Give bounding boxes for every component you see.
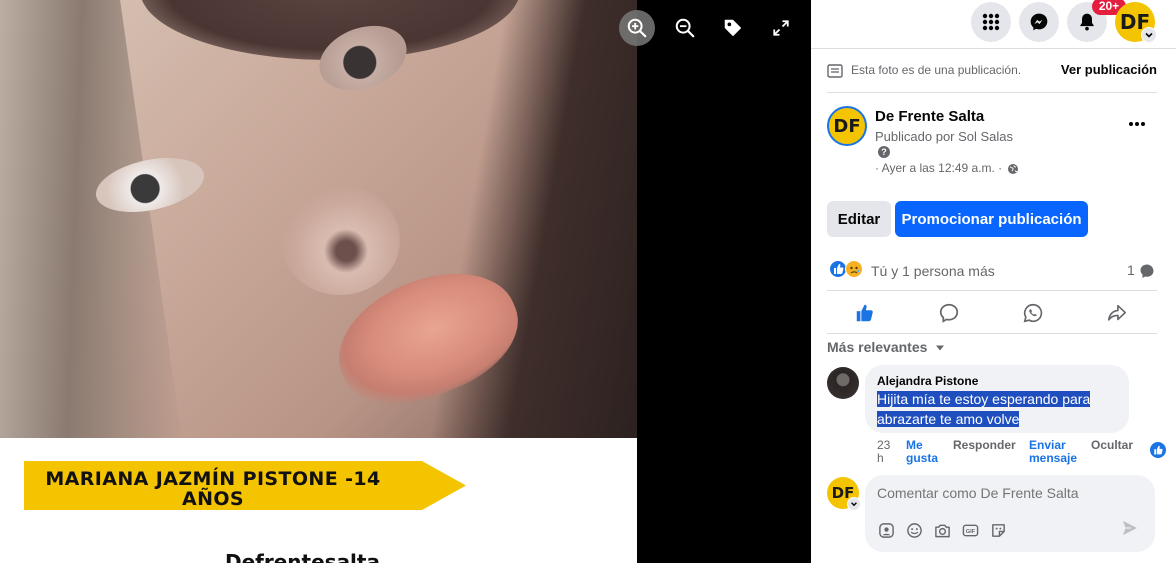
gif-button[interactable]: GIF [961,521,979,539]
sticker-icon [991,523,1005,537]
photo-caption: Defrentesalta [225,550,380,563]
send-icon[interactable] [1121,519,1139,537]
page-name-link[interactable]: De Frente Salta [875,108,984,125]
comment-composer[interactable]: GIF [865,475,1155,552]
page-avatar[interactable]: DF [827,106,867,146]
photo-portrait [0,0,637,438]
tag-icon [724,19,742,37]
comment-input[interactable] [877,485,1137,501]
zoom-in-button[interactable] [619,10,655,46]
more-options-button[interactable] [1125,114,1149,134]
publication-notice: Esta foto es de una publicación. Ver pub… [827,62,1157,82]
chevron-down-icon [851,502,857,507]
divider [827,290,1157,291]
caret-down-icon[interactable] [935,344,945,352]
zoom-out-icon [675,18,695,38]
name-banner-text: MARIANA JAZMÍN PISTONE -14 AÑOS [45,468,381,510]
comment-button[interactable] [909,297,989,329]
emoji-icon [906,522,922,538]
menu-button[interactable] [971,2,1011,42]
comment-text: Hijita mía te estoy esperando para abraz… [877,389,1117,429]
post-sidebar: 20+ DF Esta foto es de una publicación. … [811,0,1176,563]
gif-icon: GIF [962,524,978,536]
reactions-text[interactable]: Tú y 1 persona más [871,263,995,279]
zoom-out-button[interactable] [667,10,703,46]
svg-text:GIF: GIF [965,528,975,534]
zoom-in-icon [627,18,647,38]
top-navigation: 20+ DF [811,0,1176,49]
comment-like-reaction-icon[interactable] [1149,441,1167,459]
send-message-link[interactable]: Enviar mensaje [1029,439,1081,465]
document-icon [827,64,843,78]
fullscreen-icon [773,20,789,36]
comment-text-selected: Hijita mía te estoy esperando para abraz… [877,391,1091,427]
comment-icon [939,303,959,323]
promote-post-button[interactable]: Promocionar publicación [895,201,1088,237]
divider [827,92,1157,93]
commenter-avatar[interactable] [827,367,859,399]
comment-actions: 23 h Me gusta Responder Enviar mensaje O… [877,439,1167,465]
comments-sort-filter[interactable]: Más relevantes [827,339,927,355]
comment-time[interactable]: 23 h [877,439,891,465]
comment-reply-link[interactable]: Responder [953,439,1016,452]
fullscreen-button[interactable] [763,10,799,46]
camera-icon [934,524,950,537]
name-banner: MARIANA JAZMÍN PISTONE -14 AÑOS [24,461,466,510]
post-photo[interactable]: MARIANA JAZMÍN PISTONE -14 AÑOS Defrente… [0,0,637,563]
avatar-sticker-icon [878,522,894,538]
whatsapp-share-button[interactable] [993,297,1073,329]
publication-notice-text: Esta foto es de una publicación. [851,63,1022,77]
edit-button[interactable]: Editar [827,201,891,237]
more-options-icon [1129,122,1145,126]
avatar-sticker-button[interactable] [877,521,895,539]
composer-identity-chevron[interactable] [847,497,861,511]
view-publication-link[interactable]: Ver publicación [1061,62,1157,77]
whatsapp-icon [1023,303,1043,323]
globe-icon [1008,164,1018,174]
like-button[interactable] [825,297,905,329]
sad-reaction-icon [845,260,863,278]
messenger-icon [1030,13,1048,31]
hide-comment-link[interactable]: Ocultar [1091,439,1133,452]
tag-button[interactable] [715,10,751,46]
comment-bubble-icon [1140,264,1154,278]
post-timestamp[interactable]: · Ayer a las 12:49 a.m. · [875,161,1002,175]
grid-menu-icon [982,13,1000,31]
messenger-button[interactable] [1019,2,1059,42]
sticker-button[interactable] [989,521,1007,539]
photo-button[interactable] [933,521,951,539]
comment-bubble: Alejandra Pistone Hijita mía te estoy es… [865,365,1129,433]
published-by-text: Publicado por Sol Salas [875,129,1014,144]
photo-viewer: MARIANA JAZMÍN PISTONE -14 AÑOS Defrente… [0,0,811,563]
like-icon [856,304,873,322]
share-icon [1107,304,1127,321]
comment-author[interactable]: Alejandra Pistone [877,374,978,388]
comment-like-link[interactable]: Me gusta [906,439,946,465]
help-icon[interactable]: ? [878,146,890,158]
divider [827,333,1157,334]
share-button[interactable] [1077,297,1157,329]
bell-icon [1080,13,1094,31]
comment-count[interactable]: 1 [1127,262,1135,278]
account-menu-chevron[interactable] [1141,27,1157,43]
emoji-button[interactable] [905,521,923,539]
chevron-down-icon [1145,32,1153,38]
